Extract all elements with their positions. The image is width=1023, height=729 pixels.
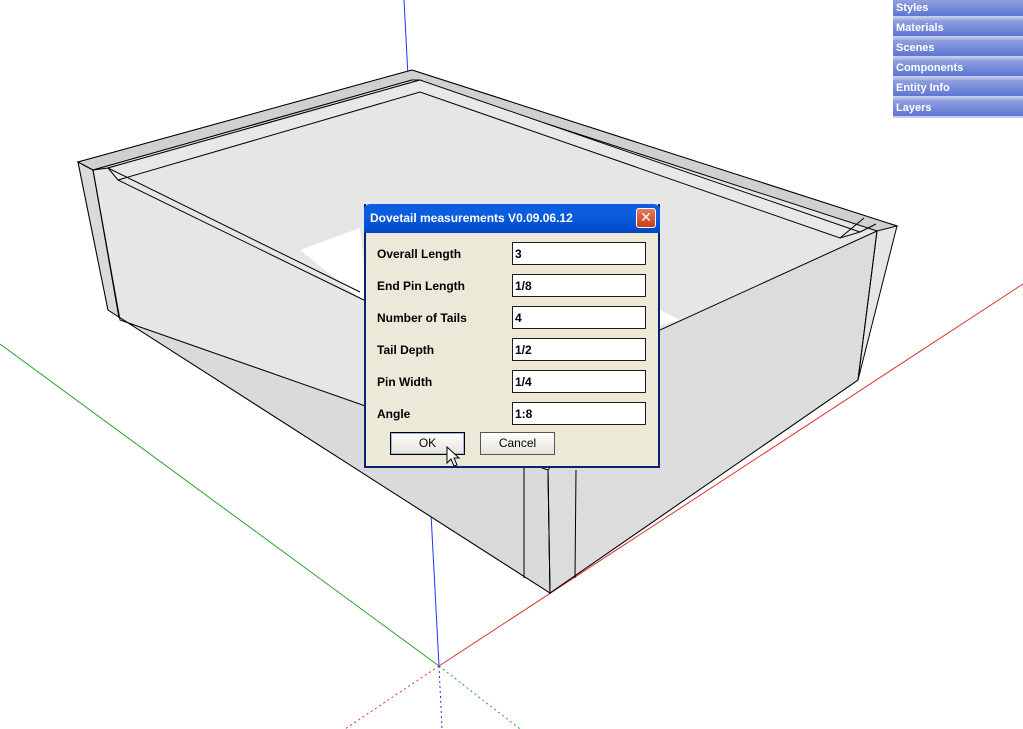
blue-axis-dotted (438, 665, 443, 729)
tray-item-materials[interactable]: Materials (893, 20, 1023, 38)
field-row-tail-depth: Tail Depth (366, 338, 658, 362)
pin-width-input[interactable] (512, 370, 646, 393)
field-label: Pin Width (377, 375, 433, 389)
field-row-angle: Angle (366, 402, 658, 426)
field-row-number-of-tails: Number of Tails (366, 306, 658, 330)
tray-panel: Styles Materials Scenes Components Entit… (893, 0, 1023, 118)
end-pin-length-input[interactable] (512, 274, 646, 297)
close-button[interactable]: ✕ (636, 208, 656, 228)
tray-item-components[interactable]: Components (893, 60, 1023, 78)
dialog-title: Dovetail measurements V0.09.06.12 (370, 211, 573, 225)
green-axis-dotted (438, 665, 521, 729)
field-label: End Pin Length (377, 279, 465, 293)
close-icon: ✕ (640, 210, 652, 226)
tray-item-entity-info[interactable]: Entity Info (893, 80, 1023, 98)
angle-input[interactable] (512, 402, 646, 425)
field-label: Number of Tails (377, 311, 467, 325)
cancel-button[interactable]: Cancel (480, 432, 555, 455)
field-row-end-pin-length: End Pin Length (366, 274, 658, 298)
field-label: Angle (377, 407, 411, 421)
tray-item-layers[interactable]: Layers (893, 100, 1023, 118)
field-label: Overall Length (377, 247, 462, 261)
red-axis-dotted (344, 665, 440, 729)
number-of-tails-input[interactable] (512, 306, 646, 329)
dialog-titlebar[interactable]: Dovetail measurements V0.09.06.12 ✕ (364, 204, 660, 233)
field-row-overall-length: Overall Length (366, 242, 658, 266)
field-label: Tail Depth (377, 343, 435, 357)
field-row-pin-width: Pin Width (366, 370, 658, 394)
dovetail-dialog: Dovetail measurements V0.09.06.12 ✕ Over… (364, 204, 660, 468)
overall-length-input[interactable] (512, 242, 646, 265)
tray-item-styles[interactable]: Styles (893, 0, 1023, 18)
tail-depth-input[interactable] (512, 338, 646, 361)
mouse-cursor-icon (446, 446, 461, 467)
tray-item-scenes[interactable]: Scenes (893, 40, 1023, 58)
